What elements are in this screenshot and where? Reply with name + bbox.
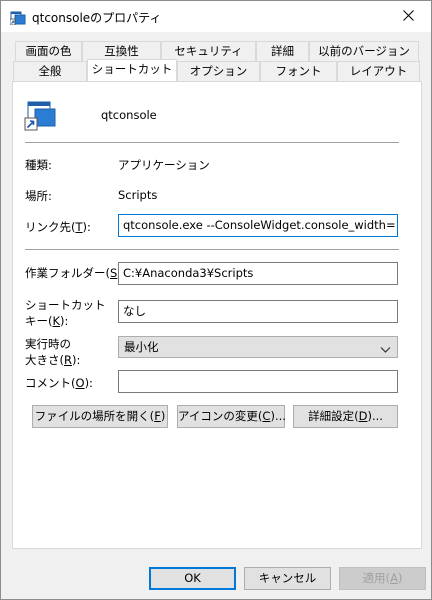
type-label: 種類: (25, 158, 52, 172)
tab-screen-colors[interactable]: 画面の色 (15, 41, 82, 61)
comment-label: コメント(O): (25, 376, 93, 390)
chevron-down-icon (380, 341, 391, 361)
tab-label: 詳細 (271, 44, 294, 58)
shortcut-panel: qtconsole 種類: アプリケーション 場所: Scripts リンク先(… (12, 81, 422, 549)
tab-layout[interactable]: レイアウト (337, 61, 420, 81)
run-size-select[interactable]: 最小化 (118, 336, 398, 358)
tab-label: 画面の色 (25, 44, 72, 58)
target-input[interactable]: qtconsole.exe --ConsoleWidget.console_wi… (118, 214, 398, 237)
tab-label: フォント (275, 64, 322, 78)
workdir-label: 作業フォルダー(S): (25, 266, 126, 280)
tab-security[interactable]: セキュリティ (161, 41, 256, 61)
tab-row-2: 全般 ショートカット オプション フォント レイアウト (12, 59, 422, 81)
workdir-value: C:¥Anaconda3¥Scripts (123, 266, 254, 280)
hotkey-input[interactable]: なし (118, 300, 398, 323)
tab-label: オプション (189, 64, 248, 78)
hotkey-label-line1: ショートカット (25, 298, 106, 312)
tab-label: 互換性 (104, 44, 139, 58)
advanced-button[interactable]: 詳細設定(D)... (293, 405, 398, 428)
tab-details[interactable]: 詳細 (256, 41, 309, 61)
run-label: 大きさ(R): (25, 353, 81, 367)
target-value: qtconsole.exe --ConsoleWidget.console_wi… (123, 218, 398, 232)
workdir-input[interactable]: C:¥Anaconda3¥Scripts (118, 262, 398, 285)
tab-label: ショートカット (91, 62, 173, 76)
tab-shortcut[interactable]: ショートカット (87, 59, 177, 81)
run-label-line1: 実行時の (25, 337, 71, 351)
run-size-value: 最小化 (124, 340, 159, 354)
window-title: qtconsoleのプロパティ (32, 11, 162, 25)
tab-general[interactable]: 全般 (13, 61, 87, 81)
tab-label: レイアウト (349, 64, 408, 78)
location-label: 場所: (25, 189, 52, 203)
open-file-location-button[interactable]: ファイルの場所を開く(F) (32, 405, 168, 428)
separator (25, 142, 399, 143)
button-label: 詳細設定( (308, 409, 359, 423)
tab-label: セキュリティ (174, 44, 243, 58)
hotkey-value: なし (123, 304, 146, 318)
title-bar[interactable]: qtconsoleのプロパティ (1, 1, 431, 32)
apply-button[interactable]: 適用(A) (339, 567, 426, 590)
properties-dialog: qtconsoleのプロパティ 画面の色 互換性 セキュリティ 詳細 以前のバー… (0, 0, 432, 600)
type-value: アプリケーション (118, 158, 210, 172)
shortcut-icon (24, 100, 56, 135)
location-value: Scripts (118, 188, 158, 202)
hotkey-label: キー(K): (25, 314, 69, 328)
separator (25, 249, 399, 250)
target-label: リンク先(T): (25, 220, 91, 234)
button-label: 適用( (362, 571, 391, 585)
close-icon (402, 9, 414, 24)
change-icon-button[interactable]: アイコンの変更(C)... (177, 405, 286, 428)
ok-button[interactable]: OK (149, 567, 236, 590)
tab-label: 全般 (38, 64, 62, 78)
comment-input[interactable] (118, 370, 398, 393)
button-label: OK (184, 571, 201, 585)
button-label: ファイルの場所を開く( (34, 409, 155, 423)
tab-row-1: 画面の色 互換性 セキュリティ 詳細 以前のバージョン (12, 41, 422, 61)
tab-options[interactable]: オプション (177, 61, 260, 81)
button-label: キャンセル (258, 571, 317, 585)
tab-previous-versions[interactable]: 以前のバージョン (309, 41, 419, 61)
cancel-button[interactable]: キャンセル (244, 567, 331, 590)
tab-label: 以前のバージョン (318, 44, 410, 58)
tab-compatibility[interactable]: 互換性 (82, 41, 161, 61)
button-label: アイコンの変更( (178, 409, 263, 423)
tab-font[interactable]: フォント (260, 61, 337, 81)
window-icon (9, 9, 26, 26)
shortcut-name: qtconsole (101, 108, 157, 122)
close-button[interactable] (385, 1, 431, 32)
